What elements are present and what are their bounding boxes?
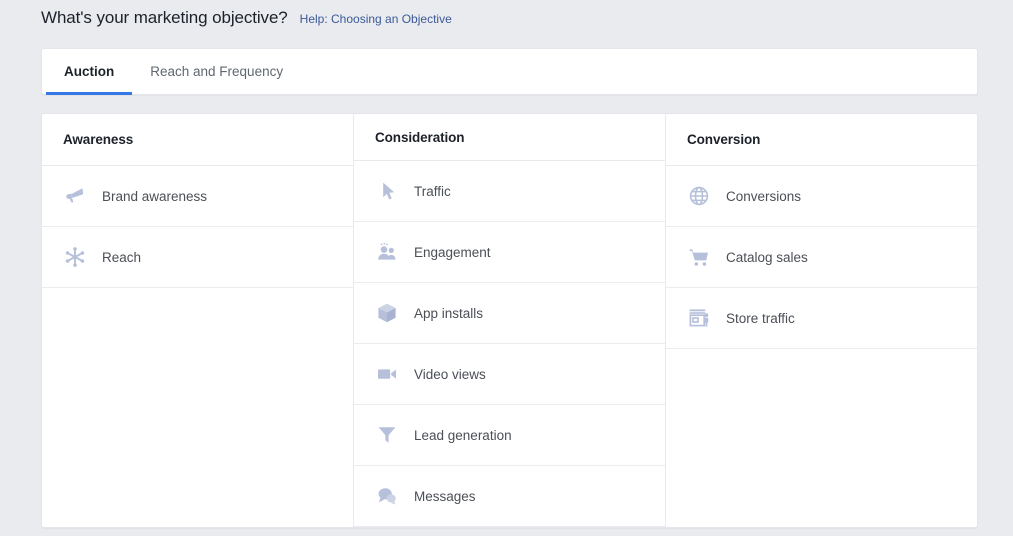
column-header-awareness: Awareness [42, 114, 353, 166]
help-choosing-objective-link[interactable]: Help: Choosing an Objective [300, 12, 452, 26]
storefront-icon [686, 305, 712, 331]
objective-label-app-installs: App installs [414, 305, 484, 321]
objective-column-consideration: Consideration Traffic Engagement App ins… [354, 114, 666, 527]
chat-bubbles-icon [374, 483, 400, 509]
objective-label-store-traffic: Store traffic [726, 310, 795, 326]
objective-item-brand-awareness[interactable]: Brand awareness [42, 166, 353, 227]
consideration-item-list: Traffic Engagement App installs Video vi… [354, 161, 665, 527]
objective-label-video-views: Video views [414, 366, 486, 382]
globe-icon [686, 183, 712, 209]
objective-item-conversions[interactable]: Conversions [666, 166, 977, 227]
objective-item-video-views[interactable]: Video views [354, 344, 665, 405]
objective-label-traffic: Traffic [414, 183, 451, 199]
conversion-item-list: Conversions Catalog sales Store traffic [666, 166, 977, 349]
box-icon [374, 300, 400, 326]
people-icon [374, 239, 400, 265]
page-header: What's your marketing objective? Help: C… [41, 8, 452, 28]
megaphone-icon [62, 183, 88, 209]
objective-item-messages[interactable]: Messages [354, 466, 665, 527]
objective-label-lead-generation: Lead generation [414, 427, 512, 443]
column-header-consideration: Consideration [354, 114, 665, 161]
objective-label-brand-awareness: Brand awareness [102, 188, 208, 204]
cursor-arrow-icon [374, 178, 400, 204]
tab-auction[interactable]: Auction [46, 49, 133, 95]
objective-item-traffic[interactable]: Traffic [354, 161, 665, 222]
objective-label-engagement: Engagement [414, 244, 491, 260]
objective-item-lead-generation[interactable]: Lead generation [354, 405, 665, 466]
column-header-conversion: Conversion [666, 114, 977, 166]
video-camera-icon [374, 361, 400, 387]
objective-label-conversions: Conversions [726, 188, 802, 204]
tab-reach-and-frequency-label: Reach and Frequency [150, 64, 284, 79]
starburst-icon [62, 244, 88, 270]
page-title: What's your marketing objective? [41, 8, 288, 27]
buying-type-tab-bar: Auction Reach and Frequency [41, 48, 978, 95]
tab-reach-and-frequency[interactable]: Reach and Frequency [132, 49, 301, 94]
awareness-item-list: Brand awareness Reach [42, 166, 353, 288]
objective-column-awareness: Awareness Brand awareness Reach [42, 114, 354, 527]
objective-label-catalog-sales: Catalog sales [726, 249, 808, 265]
tab-auction-label: Auction [64, 64, 115, 79]
objective-item-engagement[interactable]: Engagement [354, 222, 665, 283]
objectives-grid: Awareness Brand awareness Reach Consider… [41, 113, 978, 528]
funnel-icon [374, 422, 400, 448]
objective-item-reach[interactable]: Reach [42, 227, 353, 288]
shopping-cart-icon [686, 244, 712, 270]
objective-item-catalog-sales[interactable]: Catalog sales [666, 227, 977, 288]
objective-label-messages: Messages [414, 488, 476, 504]
objective-label-reach: Reach [102, 249, 142, 265]
objective-item-app-installs[interactable]: App installs [354, 283, 665, 344]
objective-column-conversion: Conversion Conversions Catalog sales Sto… [666, 114, 977, 527]
objective-item-store-traffic[interactable]: Store traffic [666, 288, 977, 349]
